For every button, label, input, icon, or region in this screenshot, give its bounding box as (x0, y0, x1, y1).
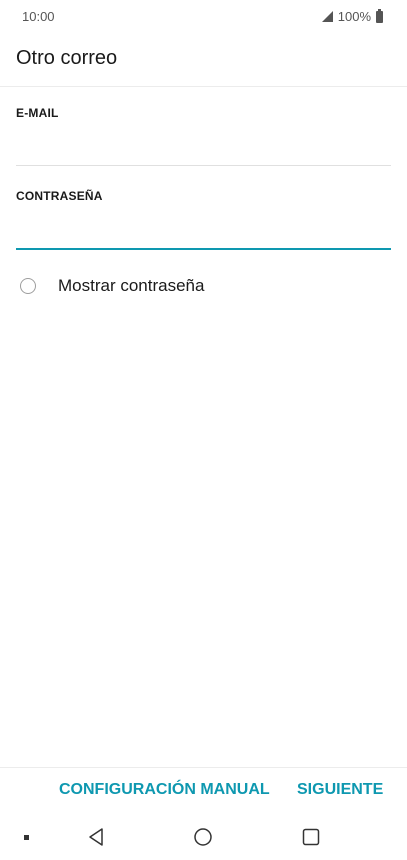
battery-icon (376, 8, 383, 23)
home-button[interactable] (189, 814, 217, 860)
email-field[interactable] (16, 133, 391, 163)
bottom-action-bar: CONFIGURACIÓN MANUAL SIGUIENTE (0, 767, 407, 814)
email-underline (16, 165, 391, 166)
back-icon (89, 828, 103, 846)
battery-percentage: 100% (337, 9, 371, 24)
show-password-checkbox[interactable] (20, 278, 36, 294)
overview-icon (302, 828, 320, 846)
page-title: Otro correo (16, 47, 118, 69)
recents-dot-icon (23, 834, 29, 840)
show-password-toggle[interactable]: Mostrar contraseña (20, 274, 204, 298)
status-bar: 10:00 100% (0, 0, 407, 32)
back-button[interactable] (82, 814, 110, 860)
navigation-bar (0, 814, 407, 860)
password-underline (16, 248, 391, 250)
recents-dot[interactable] (18, 814, 34, 860)
password-field[interactable] (16, 216, 391, 246)
app-bar: Otro correo (0, 32, 407, 87)
password-label: CONTRASEÑA (16, 189, 103, 203)
status-indicators: 100% (321, 8, 383, 24)
home-icon (194, 828, 212, 846)
next-button[interactable]: SIGUIENTE (297, 781, 383, 799)
overview-button[interactable] (297, 814, 325, 860)
show-password-label: Mostrar contraseña (58, 276, 205, 295)
signal-icon (321, 11, 333, 22)
manual-setup-button[interactable]: CONFIGURACIÓN MANUAL (59, 781, 270, 799)
email-label: E-MAIL (16, 106, 59, 120)
status-time: 10:00 (22, 9, 55, 24)
